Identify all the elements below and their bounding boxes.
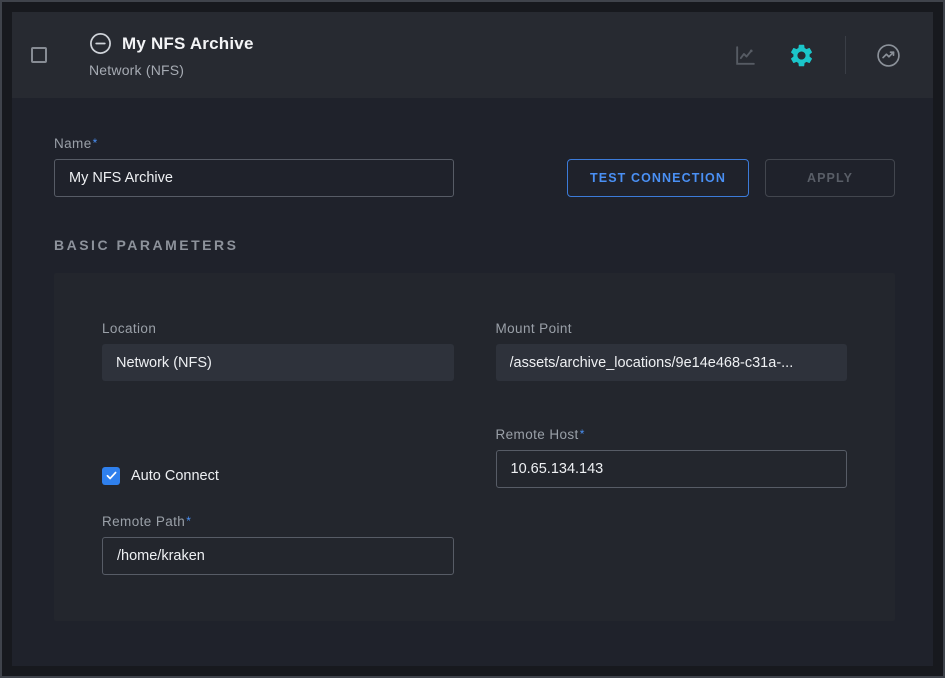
chart-icon[interactable]: [733, 43, 758, 68]
collapse-icon[interactable]: [89, 32, 112, 55]
test-connection-button[interactable]: TEST CONNECTION: [567, 159, 749, 197]
auto-connect-field: Auto Connect: [102, 427, 454, 488]
header: My NFS Archive Network (NFS): [12, 12, 933, 98]
remote-host-label: Remote Host*: [496, 427, 848, 442]
content: Name* TEST CONNECTION APPLY BASIC PARAME…: [12, 98, 933, 666]
remote-host-field: Remote Host*: [496, 427, 848, 488]
location-input[interactable]: [102, 344, 454, 381]
title-block: My NFS Archive Network (NFS): [89, 32, 254, 78]
name-input[interactable]: [54, 159, 454, 197]
activity-circle-icon[interactable]: [876, 43, 901, 68]
required-marker: *: [580, 427, 585, 441]
basic-parameters-card: Location Mount Point Auto Connect: [54, 273, 895, 621]
required-marker: *: [186, 514, 191, 528]
auto-connect-checkbox[interactable]: [102, 467, 120, 485]
empty-cell: [496, 514, 848, 575]
remote-host-input[interactable]: [496, 450, 848, 488]
section-title: BASIC PARAMETERS: [54, 237, 895, 253]
settings-gear-icon[interactable]: [788, 42, 815, 69]
auto-connect-label: Auto Connect: [131, 468, 219, 484]
header-actions: [733, 36, 901, 74]
page-subtitle: Network (NFS): [89, 62, 254, 78]
required-marker: *: [93, 136, 98, 150]
apply-button[interactable]: APPLY: [765, 159, 895, 197]
page-title: My NFS Archive: [122, 34, 254, 54]
mount-point-label: Mount Point: [496, 321, 848, 336]
divider: [845, 36, 846, 74]
location-label: Location: [102, 321, 454, 336]
mount-point-field: Mount Point: [496, 321, 848, 381]
mount-point-input[interactable]: [496, 344, 848, 381]
remote-path-field: Remote Path*: [102, 514, 454, 575]
select-row-checkbox[interactable]: [31, 47, 47, 63]
archive-settings-panel: My NFS Archive Network (NFS): [0, 0, 945, 678]
remote-path-label: Remote Path*: [102, 514, 454, 529]
name-label: Name*: [54, 136, 454, 151]
remote-path-input[interactable]: [102, 537, 454, 575]
name-row: Name* TEST CONNECTION APPLY: [54, 136, 895, 197]
checkmark-icon: [105, 469, 118, 482]
location-field: Location: [102, 321, 454, 381]
